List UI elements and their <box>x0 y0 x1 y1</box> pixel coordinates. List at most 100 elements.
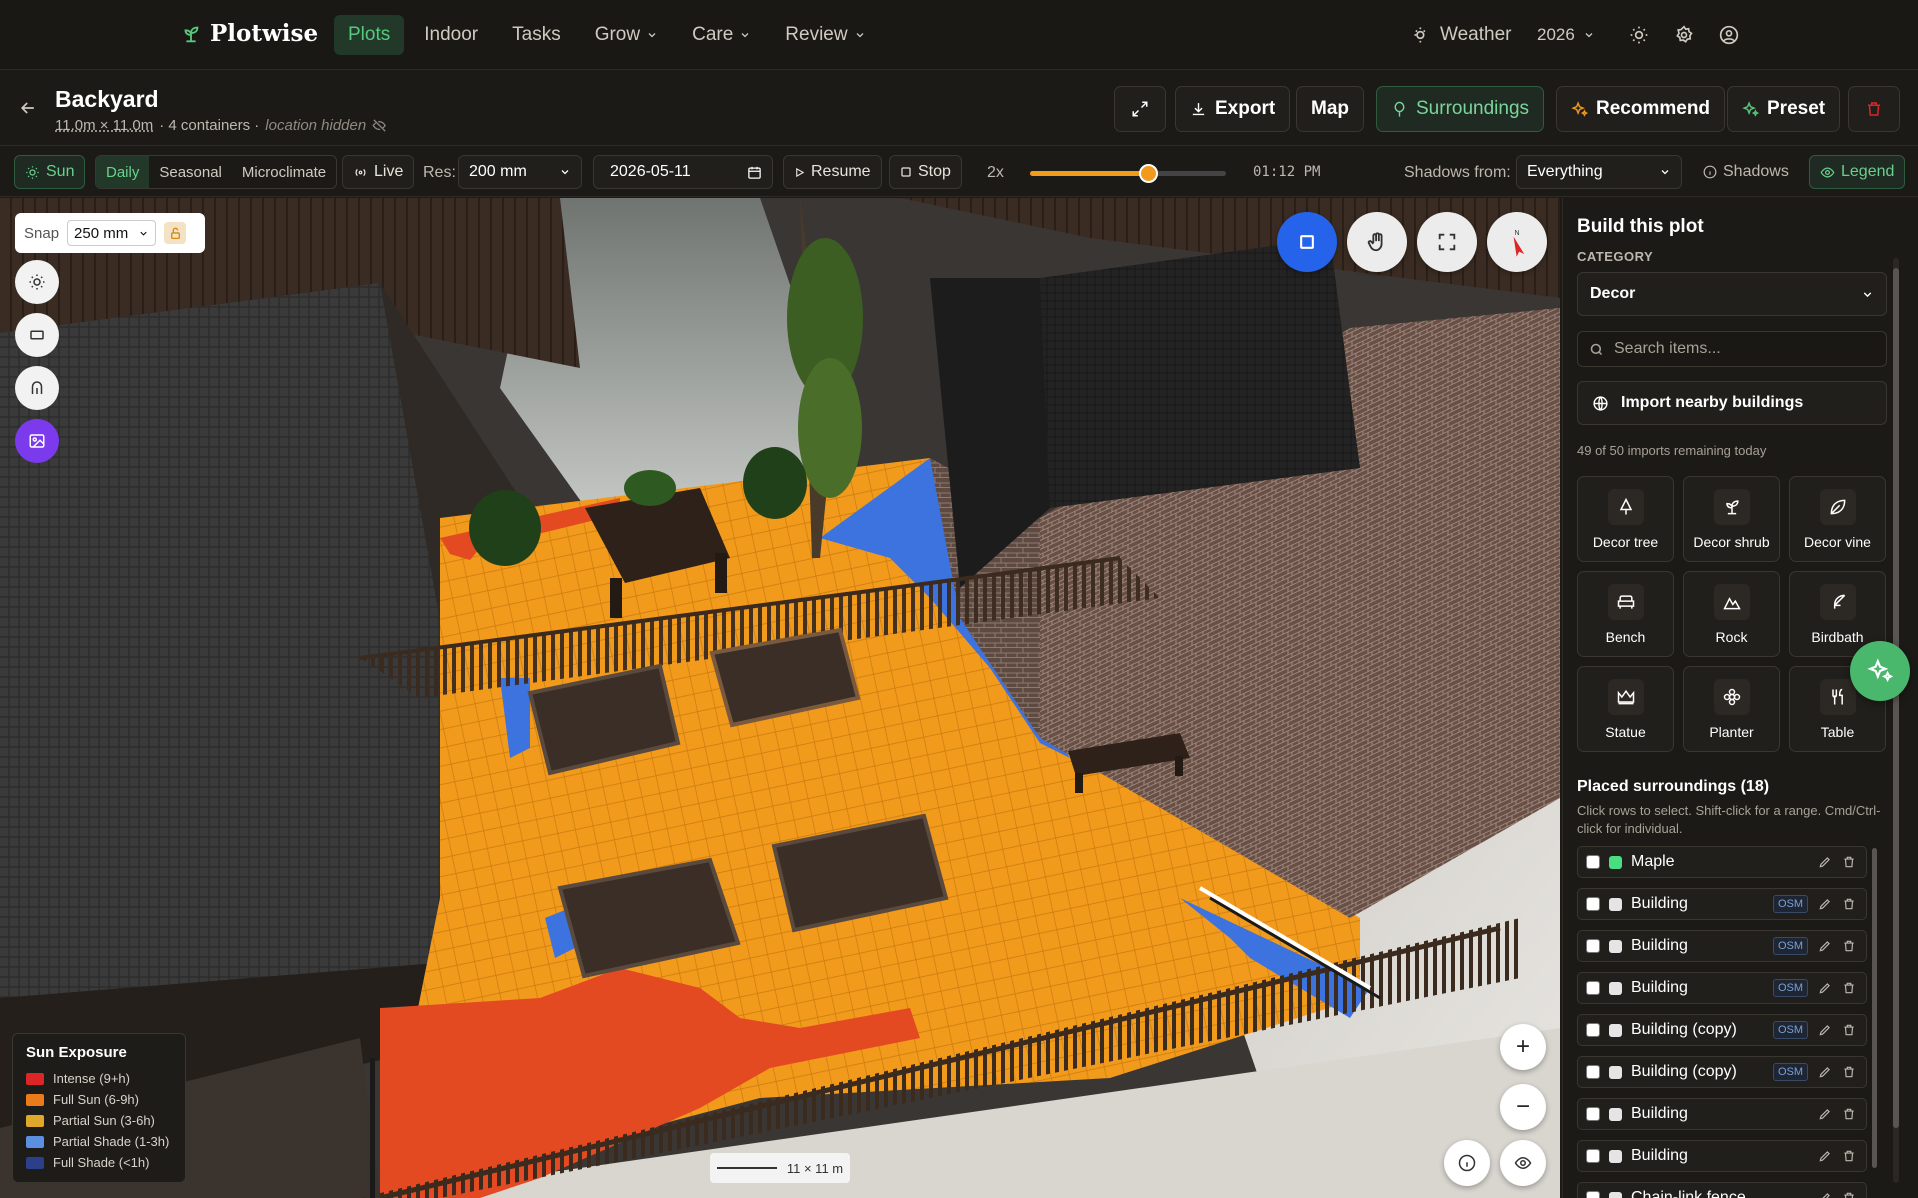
3d-viewport[interactable]: Snap 250 mm N Sun Exposure Intense (9+h)… <box>0 198 1560 1198</box>
time-slider-handle[interactable] <box>1138 164 1158 183</box>
item-planter[interactable]: Planter <box>1683 666 1780 752</box>
nav-indoor[interactable]: Indoor <box>410 15 492 55</box>
row-checkbox[interactable] <box>1586 1149 1600 1163</box>
trash-icon[interactable] <box>1842 1149 1856 1163</box>
row-checkbox[interactable] <box>1586 1191 1600 1198</box>
settings-button[interactable] <box>1674 15 1694 55</box>
delete-plot-button[interactable] <box>1848 86 1900 132</box>
fit-view-tool[interactable] <box>1417 212 1477 272</box>
row-checkbox[interactable] <box>1586 1065 1600 1079</box>
category-select[interactable]: Decor <box>1577 272 1887 316</box>
preset-button[interactable]: Preset <box>1727 86 1841 132</box>
list-scrollbar[interactable] <box>1872 848 1877 1168</box>
trash-icon[interactable] <box>1842 1065 1856 1079</box>
row-checkbox[interactable] <box>1586 855 1600 869</box>
info-button[interactable] <box>1444 1140 1490 1186</box>
panel-scrollbar[interactable] <box>1893 258 1899 1183</box>
resolution-select[interactable]: 200 mm <box>458 155 582 189</box>
zoom-in-button[interactable]: + <box>1500 1024 1546 1070</box>
legend-toggle[interactable]: Legend <box>1809 155 1906 189</box>
arch-tool[interactable] <box>15 366 59 410</box>
placed-row[interactable]: Maple <box>1577 846 1867 878</box>
weather-button[interactable]: Weather <box>1412 15 1511 55</box>
zoom-out-button[interactable]: − <box>1500 1084 1546 1130</box>
nav-care[interactable]: Care <box>678 15 765 55</box>
brand[interactable]: Plotwise <box>180 20 318 47</box>
image-overlay-tool[interactable] <box>15 419 59 463</box>
speed-label[interactable]: 2x <box>987 164 1004 182</box>
panel-scroll-thumb[interactable] <box>1893 268 1899 1128</box>
placed-row[interactable]: Building (copy) OSM <box>1577 1014 1867 1046</box>
recommend-button[interactable]: Recommend <box>1556 86 1726 132</box>
trash-icon[interactable] <box>1842 855 1856 869</box>
trash-icon[interactable] <box>1842 939 1856 953</box>
expand-button[interactable] <box>1114 86 1166 132</box>
pencil-icon[interactable] <box>1818 897 1832 911</box>
trash-icon[interactable] <box>1842 1191 1856 1198</box>
tab-daily[interactable]: Daily <box>96 156 150 188</box>
bed-tool[interactable] <box>15 313 59 357</box>
pencil-icon[interactable] <box>1818 939 1832 953</box>
back-button[interactable] <box>18 98 38 118</box>
pan-tool[interactable] <box>1347 212 1407 272</box>
trash-icon[interactable] <box>1842 1023 1856 1037</box>
import-buildings-button[interactable]: Import nearby buildings <box>1577 381 1887 425</box>
tab-microclimate[interactable]: Microclimate <box>232 156 336 188</box>
pencil-icon[interactable] <box>1818 981 1832 995</box>
nav-plots[interactable]: Plots <box>334 15 405 55</box>
stop-button[interactable]: Stop <box>889 155 962 189</box>
pencil-icon[interactable] <box>1818 1023 1832 1037</box>
eye-off-icon[interactable] <box>372 118 387 133</box>
visibility-button[interactable] <box>1500 1140 1546 1186</box>
placed-row[interactable]: Building <box>1577 1140 1867 1172</box>
item-statue[interactable]: Statue <box>1577 666 1674 752</box>
resume-button[interactable]: Resume <box>783 155 882 189</box>
sun-toggle[interactable]: Sun <box>14 155 86 189</box>
nav-grow[interactable]: Grow <box>581 15 672 55</box>
snap-select[interactable]: 250 mm <box>67 220 157 246</box>
item-decor-tree[interactable]: Decor tree <box>1577 476 1674 562</box>
account-button[interactable] <box>1719 15 1739 55</box>
select-tool[interactable] <box>1277 212 1337 272</box>
row-checkbox[interactable] <box>1586 981 1600 995</box>
theme-toggle[interactable] <box>1629 15 1649 55</box>
trash-icon[interactable] <box>1842 981 1856 995</box>
placed-row[interactable]: Building <box>1577 1098 1867 1130</box>
surroundings-button[interactable]: Surroundings <box>1376 86 1545 132</box>
row-checkbox[interactable] <box>1586 939 1600 953</box>
time-slider[interactable] <box>1030 164 1226 183</box>
item-bench[interactable]: Bench <box>1577 571 1674 657</box>
item-decor-vine[interactable]: Decor vine <box>1789 476 1886 562</box>
plot-dimensions[interactable]: 11.0m × 11.0m <box>55 117 153 134</box>
compass-tool[interactable]: N <box>1487 212 1547 272</box>
nav-review[interactable]: Review <box>771 15 879 55</box>
row-checkbox[interactable] <box>1586 897 1600 911</box>
placed-row[interactable]: Building OSM <box>1577 972 1867 1004</box>
year-select[interactable]: 2026 <box>1537 15 1595 55</box>
date-input[interactable]: 2026-05-11 <box>593 155 773 189</box>
placed-row[interactable]: Building (copy) OSM <box>1577 1056 1867 1088</box>
placed-row[interactable]: Chain-link fence <box>1577 1182 1867 1198</box>
pencil-icon[interactable] <box>1818 1191 1832 1198</box>
pencil-icon[interactable] <box>1818 855 1832 869</box>
tab-seasonal[interactable]: Seasonal <box>149 156 232 188</box>
shadows-toggle[interactable]: Shadows <box>1693 155 1799 189</box>
map-button[interactable]: Map <box>1296 86 1364 132</box>
item-search-input[interactable]: Search items... <box>1577 331 1887 367</box>
snap-lock-button[interactable] <box>164 222 187 244</box>
placed-row[interactable]: Building OSM <box>1577 888 1867 920</box>
sun-view-tool[interactable] <box>15 260 59 304</box>
ai-assist-button[interactable] <box>1850 641 1910 701</box>
nav-tasks[interactable]: Tasks <box>498 15 575 55</box>
row-checkbox[interactable] <box>1586 1107 1600 1121</box>
trash-icon[interactable] <box>1842 897 1856 911</box>
scene-render[interactable] <box>0 198 1560 1198</box>
pencil-icon[interactable] <box>1818 1149 1832 1163</box>
export-button[interactable]: Export <box>1175 86 1291 132</box>
placed-row[interactable]: Building OSM <box>1577 930 1867 962</box>
item-rock[interactable]: Rock <box>1683 571 1780 657</box>
row-checkbox[interactable] <box>1586 1023 1600 1037</box>
pencil-icon[interactable] <box>1818 1065 1832 1079</box>
pencil-icon[interactable] <box>1818 1107 1832 1121</box>
shadows-from-select[interactable]: Everything <box>1516 155 1682 189</box>
